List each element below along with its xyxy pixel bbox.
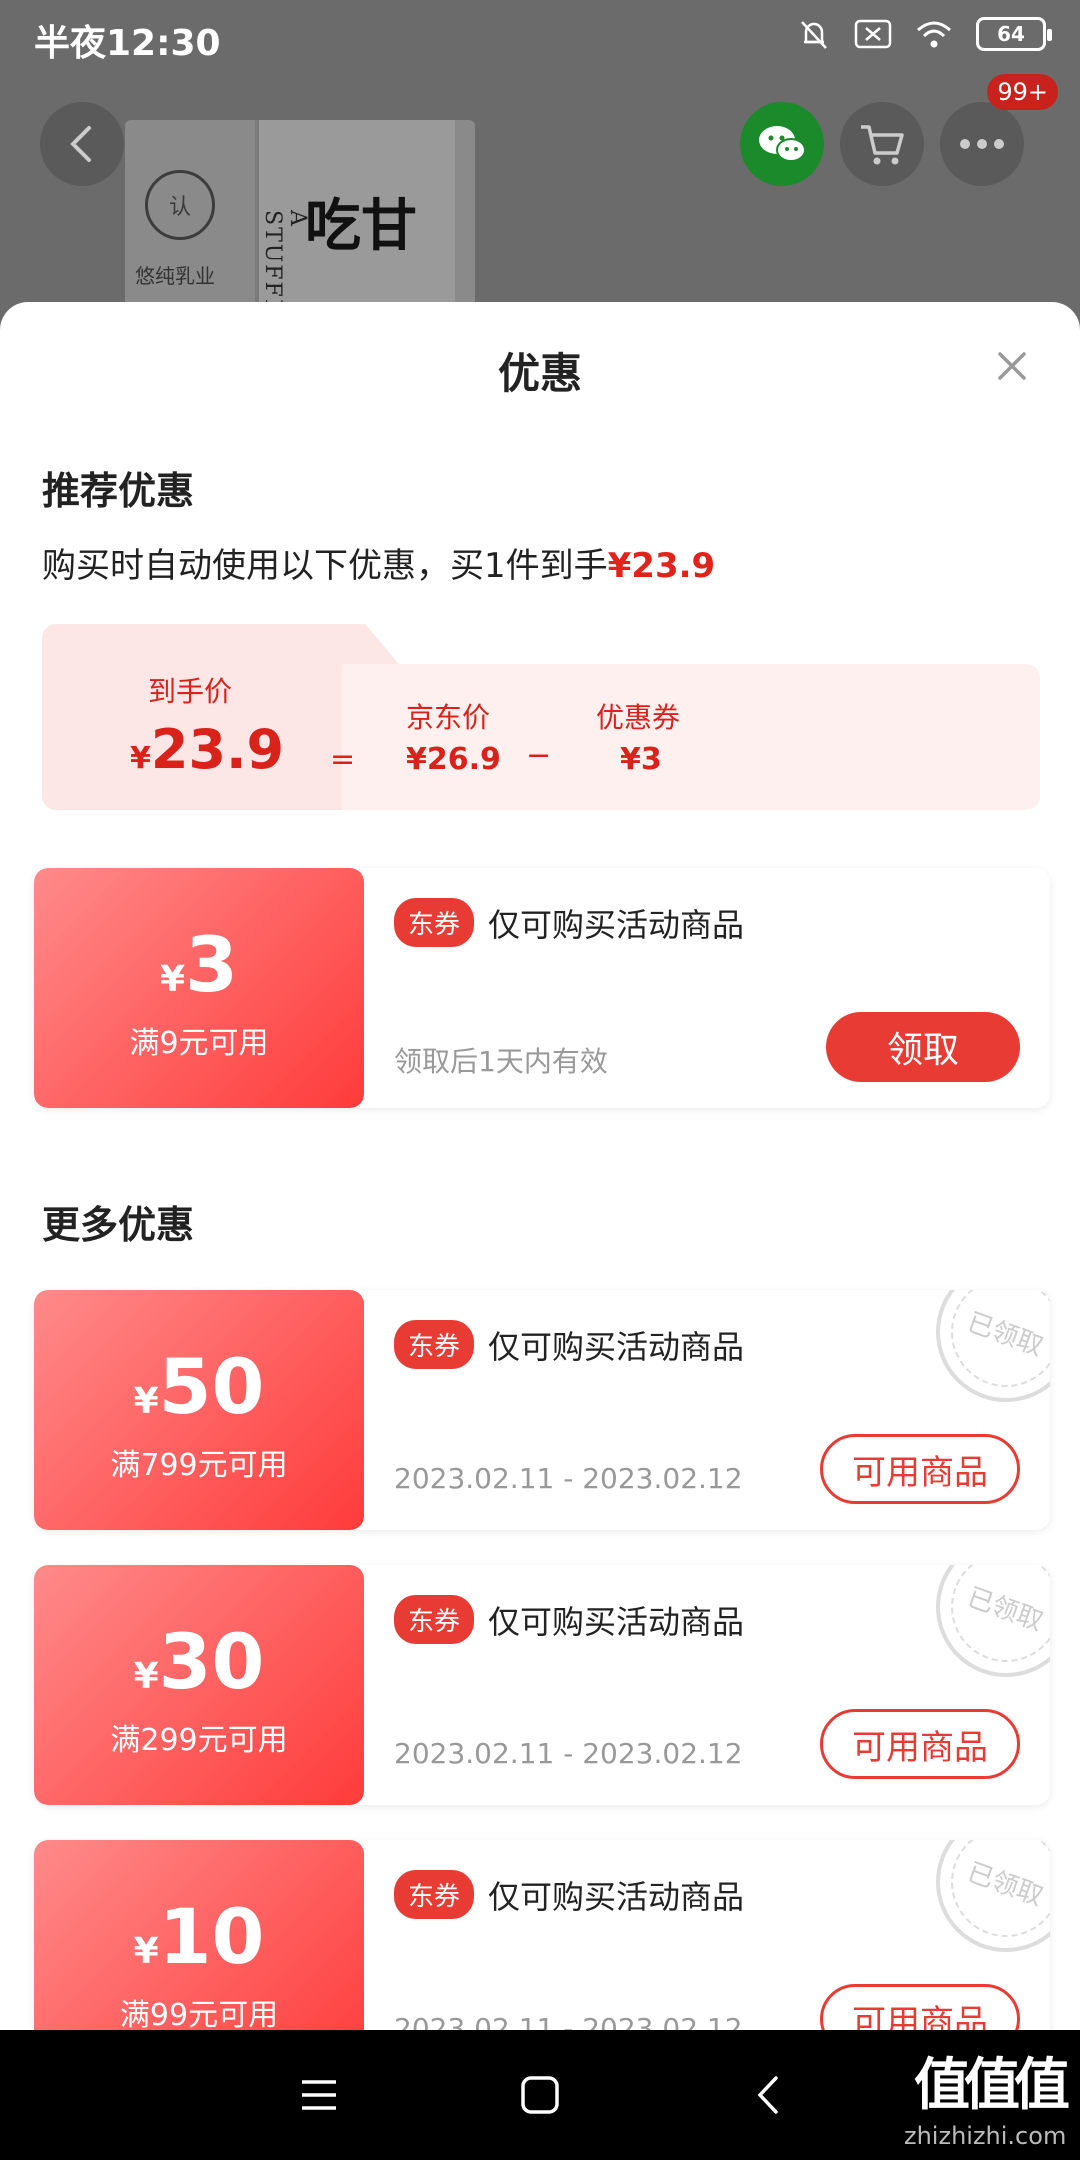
battery-indicator: 64 bbox=[976, 17, 1052, 51]
coupon-amount-number: 10 bbox=[158, 1892, 265, 1981]
coupon-description: 仅可购买活动商品 bbox=[488, 906, 745, 944]
wifi-icon bbox=[917, 21, 951, 48]
offers-sheet: 优惠 推荐优惠 购买时自动使用以下优惠，买1件到手¥23.9 到手价 ¥23.9… bbox=[0, 302, 1080, 2030]
coupon-condition: 满299元可用 bbox=[110, 1723, 288, 1758]
cart-button[interactable] bbox=[840, 102, 924, 186]
coupon-tag: 东券 bbox=[394, 1870, 475, 1919]
jd-price-label: 京东价 bbox=[406, 701, 491, 734]
eligible-products-button[interactable]: 可用商品 bbox=[820, 1709, 1020, 1779]
recommended-coupon: ¥3 满9元可用 东券 仅可购买活动商品 领取后1天内有效 领取 bbox=[34, 868, 1050, 1108]
brand-logo-icon: 认 bbox=[145, 170, 215, 240]
final-price-yen: ¥ bbox=[130, 741, 151, 776]
coupon-amount: ¥50 bbox=[34, 1342, 364, 1431]
coupon-value: ¥3 bbox=[620, 742, 662, 777]
product-big-text: 吃甘 bbox=[305, 194, 417, 259]
claimed-stamp-text: 已领取 bbox=[935, 1840, 1050, 1953]
jd-price-value: ¥26.9 bbox=[406, 742, 501, 777]
recommended-title: 推荐优惠 bbox=[42, 469, 195, 513]
final-price-value: ¥23.9 bbox=[130, 718, 284, 781]
coupon-description: 仅可购买活动商品 bbox=[488, 1878, 745, 1916]
coupon-condition: 满99元可用 bbox=[119, 1998, 279, 2030]
watermark-site: zhizhizhi.com bbox=[904, 2122, 1067, 2150]
coupon-label: 优惠券 bbox=[596, 701, 681, 734]
notification-badge: 99+ bbox=[987, 74, 1058, 110]
close-button[interactable] bbox=[992, 346, 1032, 386]
eligible-products-button[interactable]: 可用商品 bbox=[820, 1434, 1020, 1504]
coupon-dates: 2023.02.11 - 2023.02.12 bbox=[394, 1737, 743, 1770]
coupon-tag: 东券 bbox=[394, 898, 475, 947]
sheet-title: 优惠 bbox=[497, 349, 582, 398]
final-price-area bbox=[42, 624, 342, 810]
price-breakdown: 到手价 ¥23.9 = 京东价 ¥26.9 − 优惠券 ¥3 bbox=[42, 624, 1040, 810]
wechat-icon bbox=[759, 126, 806, 162]
back-nav-icon[interactable] bbox=[746, 2072, 792, 2118]
coupon-amount-number: 3 bbox=[185, 920, 238, 1009]
close-icon bbox=[998, 352, 1026, 380]
claimed-stamp-icon: 已领取 bbox=[935, 1290, 1050, 1403]
coupon-dates: 2023.02.11 - 2023.02.12 bbox=[394, 1462, 743, 1495]
coupon-yen: ¥ bbox=[133, 1381, 159, 1422]
claimed-stamp-text: 已领取 bbox=[935, 1565, 1050, 1678]
sim-off-icon bbox=[854, 19, 892, 49]
final-price-label: 到手价 bbox=[148, 675, 233, 708]
coupon-amount-panel: ¥50 满799元可用 bbox=[34, 1290, 364, 1530]
mute-bell-icon bbox=[801, 21, 827, 49]
cart-icon bbox=[861, 125, 904, 165]
coupon-condition: 满9元可用 bbox=[129, 1026, 269, 1061]
coupon-description: 仅可购买活动商品 bbox=[488, 1328, 745, 1366]
product-header: 认 悠纯乳业 A STUFFE 吃甘 99+ bbox=[0, 74, 1080, 320]
coupon-validity: 领取后1天内有效 bbox=[394, 1045, 608, 1078]
coupon-tag: 东券 bbox=[394, 1595, 475, 1644]
header-actions bbox=[740, 102, 1024, 186]
coupon-card: ¥10 满99元可用 东券 仅可购买活动商品 2023.02.11 - 2023… bbox=[34, 1840, 1050, 2030]
coupon-dates: 2023.02.11 - 2023.02.12 bbox=[394, 2012, 743, 2030]
claimed-stamp-icon: 已领取 bbox=[935, 1840, 1050, 1953]
hint-price: ¥23.9 bbox=[607, 546, 716, 586]
status-time: 半夜12:30 bbox=[34, 23, 221, 64]
brand-name: 悠纯乳业 bbox=[135, 264, 215, 288]
coupon-card: ¥50 满799元可用 东券 仅可购买活动商品 2023.02.11 - 202… bbox=[34, 1290, 1050, 1530]
coupon-amount-panel: ¥30 满299元可用 bbox=[34, 1565, 364, 1805]
coupon-card: ¥30 满299元可用 东券 仅可购买活动商品 2023.02.11 - 202… bbox=[34, 1565, 1050, 1805]
coupon-condition: 满799元可用 bbox=[110, 1448, 288, 1483]
home-icon[interactable] bbox=[517, 2072, 563, 2118]
claimed-stamp-icon: 已领取 bbox=[935, 1565, 1050, 1678]
coupon-amount-number: 50 bbox=[158, 1342, 265, 1431]
coupon-description: 仅可购买活动商品 bbox=[488, 1603, 745, 1641]
claim-button[interactable]: 领取 bbox=[826, 1012, 1020, 1082]
coupon-amount: ¥10 bbox=[34, 1892, 364, 1981]
coupon-amount: ¥3 bbox=[34, 920, 364, 1009]
minus-sign: − bbox=[526, 738, 552, 773]
coupon-tag: 东券 bbox=[394, 1320, 475, 1369]
coupon-yen: ¥ bbox=[133, 1656, 159, 1697]
chevron-left-icon bbox=[70, 126, 91, 162]
coupon-amount-panel: ¥10 满99元可用 bbox=[34, 1840, 364, 2030]
more-offers-title: 更多优惠 bbox=[42, 1203, 195, 1247]
status-icons: 64 bbox=[796, 16, 1052, 52]
product-image: 认 悠纯乳业 A STUFFE 吃甘 bbox=[125, 120, 475, 320]
coupon-amount-number: 30 bbox=[158, 1617, 265, 1706]
final-price-number: 23.9 bbox=[150, 718, 285, 781]
system-nav-bar: 值值值 zhizhizhi.com bbox=[0, 2030, 1080, 2160]
status-bar: 半夜12:30 64 bbox=[0, 0, 1080, 80]
coupon-yen: ¥ bbox=[160, 959, 186, 1000]
eligible-products-button[interactable]: 可用商品 bbox=[820, 1984, 1020, 2030]
equals-sign: = bbox=[330, 742, 356, 777]
watermark-logo: 值值值 bbox=[914, 2053, 1070, 2118]
coupon-amount: ¥30 bbox=[34, 1617, 364, 1706]
wechat-share-button[interactable] bbox=[740, 102, 824, 186]
more-dots-icon bbox=[960, 139, 1004, 149]
more-button[interactable] bbox=[940, 102, 1024, 186]
menu-icon[interactable] bbox=[296, 2072, 342, 2118]
coupon-amount-panel: ¥3 满9元可用 bbox=[34, 868, 364, 1108]
coupon-yen: ¥ bbox=[133, 1931, 159, 1972]
hint-text: 购买时自动使用以下优惠，买1件到手 bbox=[42, 546, 608, 586]
recommended-hint: 购买时自动使用以下优惠，买1件到手¥23.9 bbox=[42, 538, 715, 587]
claimed-stamp-text: 已领取 bbox=[935, 1290, 1050, 1403]
back-button[interactable] bbox=[40, 102, 124, 186]
site-watermark: 值值值 zhizhizhi.com bbox=[904, 2030, 1070, 2160]
